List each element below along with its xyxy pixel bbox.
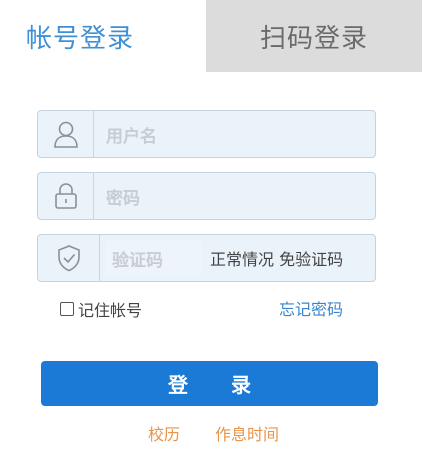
user-icon (53, 121, 78, 148)
tab-qrcode-login[interactable]: 扫码登录 (206, 0, 422, 72)
calendar-link[interactable]: 校历 (148, 421, 180, 445)
username-icon-box (38, 111, 94, 157)
captcha-field: 验证码 正常情况 免验证码 (37, 234, 376, 282)
captcha-input[interactable]: 验证码 (106, 241, 202, 275)
bottom-links: 校历 作息时间 (0, 421, 422, 445)
password-input[interactable]: 密码 (94, 184, 140, 209)
captcha-note: 正常情况 免验证码 (210, 250, 344, 269)
login-tabs: 帐号登录 扫码登录 (0, 0, 422, 72)
login-button[interactable]: 登 录 (41, 361, 378, 406)
forgot-password-link[interactable]: 忘记密码 (279, 296, 343, 320)
schedule-link[interactable]: 作息时间 (215, 421, 279, 445)
remember-checkbox[interactable] (60, 302, 74, 316)
remember-account[interactable]: 记住帐号 (60, 297, 142, 321)
password-field[interactable]: 密码 (37, 172, 376, 220)
shield-check-icon (57, 245, 80, 272)
password-icon-box (38, 173, 94, 219)
captcha-icon-box (38, 235, 100, 281)
tab-account-login[interactable]: 帐号登录 (0, 0, 206, 72)
username-input[interactable]: 用户名 (94, 122, 157, 147)
username-field[interactable]: 用户名 (37, 110, 376, 158)
remember-label: 记住帐号 (78, 301, 143, 320)
lock-icon (54, 183, 77, 209)
